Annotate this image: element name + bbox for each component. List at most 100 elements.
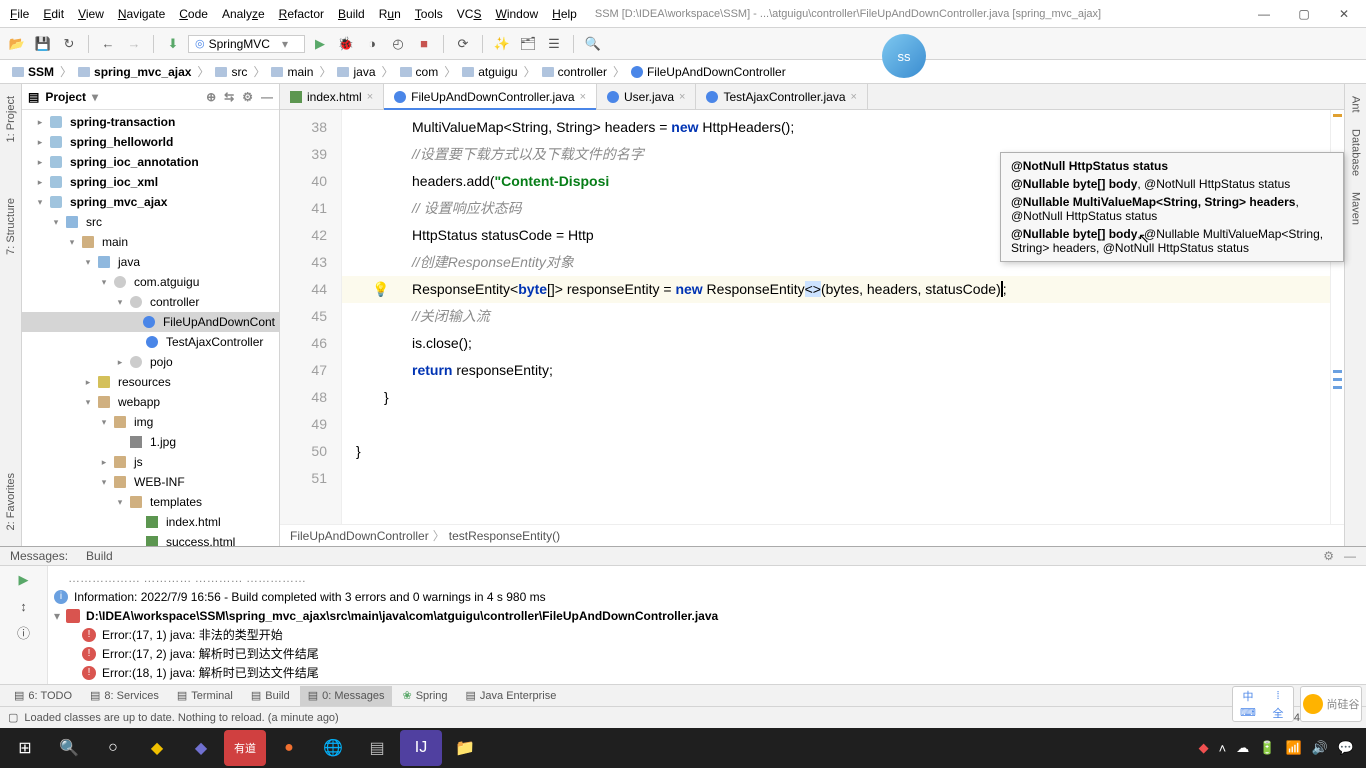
back-icon[interactable]: ←	[97, 33, 119, 55]
tray-cloud-icon[interactable]: ☁	[1236, 740, 1249, 756]
build-tab[interactable]: Build	[86, 549, 113, 563]
project-tree[interactable]: ▸spring-transaction▸spring_helloworld▸sp…	[22, 110, 279, 546]
tab-todo[interactable]: ▤6: TODO	[6, 686, 80, 706]
tree-item[interactable]: ▸spring-transaction	[22, 112, 279, 132]
tree-item[interactable]: ▸spring_ioc_xml	[22, 172, 279, 192]
tree-item[interactable]: success.html	[22, 532, 279, 546]
tray-volume-icon[interactable]: 🔊	[1312, 740, 1328, 756]
hide-icon[interactable]: —	[1344, 549, 1356, 563]
editor-tab[interactable]: index.html×	[280, 84, 384, 109]
tree-item[interactable]: ▸pojo	[22, 352, 279, 372]
tab-terminal[interactable]: ▤Terminal	[169, 686, 241, 706]
wand-icon[interactable]: ✨	[491, 33, 513, 55]
tab-services[interactable]: ▤8: Services	[82, 686, 167, 706]
profile-icon[interactable]: ◴	[387, 33, 409, 55]
tree-item[interactable]: ▾spring_mvc_ajax	[22, 192, 279, 212]
tree-item[interactable]: ▾templates	[22, 492, 279, 512]
editor-tab[interactable]: FileUpAndDownController.java×	[384, 84, 597, 109]
menu-tools[interactable]: Tools	[409, 5, 449, 23]
menu-navigate[interactable]: Navigate	[112, 5, 171, 23]
tray-battery-icon[interactable]: 🔋	[1259, 740, 1275, 756]
tree-item[interactable]: ▾webapp	[22, 392, 279, 412]
crumb-com[interactable]: com	[396, 65, 443, 79]
run-config-selector[interactable]: ◎ SpringMVC ▾	[188, 35, 305, 53]
menu-analyze[interactable]: Analyze	[216, 5, 271, 23]
hide-icon[interactable]: —	[261, 90, 273, 104]
run-icon[interactable]: ▶	[309, 33, 331, 55]
forward-icon[interactable]: →	[123, 33, 145, 55]
reload-icon[interactable]: ↻	[58, 33, 80, 55]
tool-structure[interactable]: 7: Structure	[3, 190, 19, 263]
cart-icon[interactable]: 🗂	[517, 33, 539, 55]
crumb-ssm[interactable]: SSM	[8, 65, 58, 79]
crumb-atguigu[interactable]: atguigu	[458, 65, 521, 79]
tree-item[interactable]: ▾src	[22, 212, 279, 232]
close-tab-icon[interactable]: ×	[851, 91, 857, 103]
nav-method[interactable]: testResponseEntity()	[449, 529, 560, 543]
tab-messages[interactable]: ▤0: Messages	[300, 686, 393, 706]
coverage-icon[interactable]: ◑	[361, 33, 383, 55]
structure-icon[interactable]: ☰	[543, 33, 565, 55]
menu-help[interactable]: Help	[546, 5, 583, 23]
cortana-icon[interactable]: ○	[92, 730, 134, 766]
tray-app-icon[interactable]: ◆	[1199, 740, 1209, 756]
tree-item[interactable]: FileUpAndDownCont	[22, 312, 279, 332]
close-tab-icon[interactable]: ×	[580, 91, 586, 103]
nav-class[interactable]: FileUpAndDownController	[290, 529, 429, 543]
collapse-icon[interactable]: ⇆	[224, 90, 234, 104]
tree-item[interactable]: ▾img	[22, 412, 279, 432]
close-button[interactable]: ✕	[1326, 4, 1362, 24]
open-icon[interactable]: 📂	[6, 33, 28, 55]
target-icon[interactable]: ⊕	[206, 90, 216, 104]
chrome-icon[interactable]: 🌐	[312, 730, 354, 766]
tree-item[interactable]: ▸spring_helloworld	[22, 132, 279, 152]
messages-tab[interactable]: Messages:	[10, 549, 68, 563]
crumb-src[interactable]: src	[211, 65, 251, 79]
intellij-icon[interactable]: IJ	[400, 730, 442, 766]
tree-item[interactable]: ▸spring_ioc_annotation	[22, 152, 279, 172]
crumb-file[interactable]: FileUpAndDownController	[627, 65, 790, 79]
menu-edit[interactable]: Edit	[37, 5, 70, 23]
maximize-button[interactable]: ▢	[1286, 4, 1322, 24]
menu-window[interactable]: Window	[489, 5, 544, 23]
menu-file[interactable]: File	[4, 5, 35, 23]
app-icon[interactable]: ◆	[136, 730, 178, 766]
bulb-icon[interactable]: 💡	[372, 276, 389, 303]
app-icon[interactable]: 有道	[224, 730, 266, 766]
search-icon[interactable]: 🔍	[48, 730, 90, 766]
tool-ant[interactable]: Ant	[1348, 88, 1364, 121]
messages-content[interactable]: ……………… ………… ………… …………… iInformation: 202…	[48, 566, 1366, 684]
tab-build[interactable]: ▤Build	[243, 686, 298, 706]
menu-build[interactable]: Build	[332, 5, 371, 23]
close-tab-icon[interactable]: ×	[367, 91, 373, 103]
build-icon[interactable]: ⬇	[162, 33, 184, 55]
tree-item[interactable]: ▸js	[22, 452, 279, 472]
crumb-controller[interactable]: controller	[538, 65, 611, 79]
rerun-icon[interactable]: ▶	[14, 570, 34, 590]
editor-tab[interactable]: User.java×	[597, 84, 696, 109]
crumb-module[interactable]: spring_mvc_ajax	[74, 65, 195, 79]
user-avatar[interactable]: ss	[882, 34, 926, 78]
debug-icon[interactable]: 🐞	[335, 33, 357, 55]
ime-indicator[interactable]: 中⁞⌨全	[1232, 686, 1294, 722]
tree-item[interactable]: ▾WEB-INF	[22, 472, 279, 492]
editor-tab[interactable]: TestAjaxController.java×	[696, 84, 868, 109]
tab-javaee[interactable]: ▤Java Enterprise	[458, 686, 565, 706]
gear-icon[interactable]: ⚙	[242, 90, 253, 104]
close-tab-icon[interactable]: ×	[679, 91, 685, 103]
menu-code[interactable]: Code	[173, 5, 214, 23]
tool-project[interactable]: 1: Project	[3, 88, 19, 150]
menu-refactor[interactable]: Refactor	[273, 5, 330, 23]
expand-icon[interactable]: ↕	[14, 596, 34, 616]
search-icon[interactable]: 🔍	[582, 33, 604, 55]
app-icon[interactable]: ◆	[180, 730, 222, 766]
menu-view[interactable]: View	[72, 5, 110, 23]
minimize-button[interactable]: —	[1246, 4, 1282, 24]
tree-item[interactable]: index.html	[22, 512, 279, 532]
tree-item[interactable]: ▸resources	[22, 372, 279, 392]
gear-icon[interactable]: ⚙	[1323, 549, 1334, 563]
stop-icon[interactable]: ■	[413, 33, 435, 55]
tree-item[interactable]: 1.jpg	[22, 432, 279, 452]
tray-notifications-icon[interactable]: 💬	[1338, 740, 1354, 756]
status-icon[interactable]: ▢	[8, 711, 18, 724]
